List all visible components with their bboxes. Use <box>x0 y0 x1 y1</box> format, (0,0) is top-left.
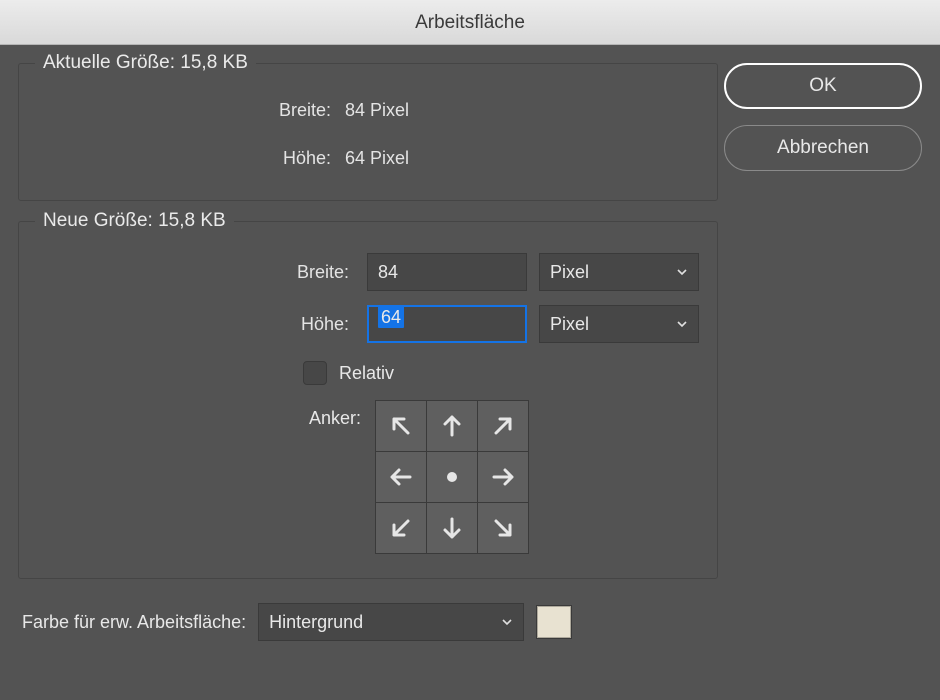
anchor-label: Anker: <box>35 400 375 429</box>
extension-color-label: Farbe für erw. Arbeitsfläche: <box>22 612 246 633</box>
cancel-button[interactable]: Abbrechen <box>724 125 922 171</box>
chevron-down-icon <box>501 616 513 628</box>
new-size-legend: Neue Größe: 15,8 KB <box>35 210 234 232</box>
anchor-grid <box>375 400 529 554</box>
current-width-label: Breite: <box>35 100 345 121</box>
extension-color-swatch[interactable] <box>536 605 572 639</box>
anchor-sw[interactable] <box>376 503 426 553</box>
new-height-input[interactable]: 64 <box>367 305 527 343</box>
chevron-down-icon <box>676 266 688 278</box>
ok-button[interactable]: OK <box>724 63 922 109</box>
anchor-ne[interactable] <box>478 401 528 451</box>
current-height-value: 64 Pixel <box>345 148 409 169</box>
relative-label: Relativ <box>339 363 394 384</box>
dropdown-label: Pixel <box>550 314 589 335</box>
current-width-value: 84 Pixel <box>345 100 409 121</box>
current-size-group: Aktuelle Größe: 15,8 KB Breite: 84 Pixel… <box>18 63 718 201</box>
anchor-center[interactable] <box>427 452 477 502</box>
dialog-title: Arbeitsfläche <box>0 0 940 45</box>
current-height-label: Höhe: <box>35 148 345 169</box>
new-height-unit-dropdown[interactable]: Pixel <box>539 305 699 343</box>
anchor-nw[interactable] <box>376 401 426 451</box>
anchor-e[interactable] <box>478 452 528 502</box>
new-height-label: Höhe: <box>35 314 355 335</box>
dropdown-label: Hintergrund <box>269 612 363 633</box>
new-width-input[interactable] <box>367 253 527 291</box>
extension-color-dropdown[interactable]: Hintergrund <box>258 603 524 641</box>
chevron-down-icon <box>676 318 688 330</box>
dropdown-label: Pixel <box>550 262 589 283</box>
anchor-w[interactable] <box>376 452 426 502</box>
new-size-group: Neue Größe: 15,8 KB Breite: Pixel Höhe: … <box>18 221 718 579</box>
anchor-s[interactable] <box>427 503 477 553</box>
new-width-unit-dropdown[interactable]: Pixel <box>539 253 699 291</box>
new-width-label: Breite: <box>35 262 355 283</box>
current-size-legend: Aktuelle Größe: 15,8 KB <box>35 52 256 74</box>
relative-checkbox[interactable] <box>303 361 327 385</box>
anchor-n[interactable] <box>427 401 477 451</box>
anchor-se[interactable] <box>478 503 528 553</box>
